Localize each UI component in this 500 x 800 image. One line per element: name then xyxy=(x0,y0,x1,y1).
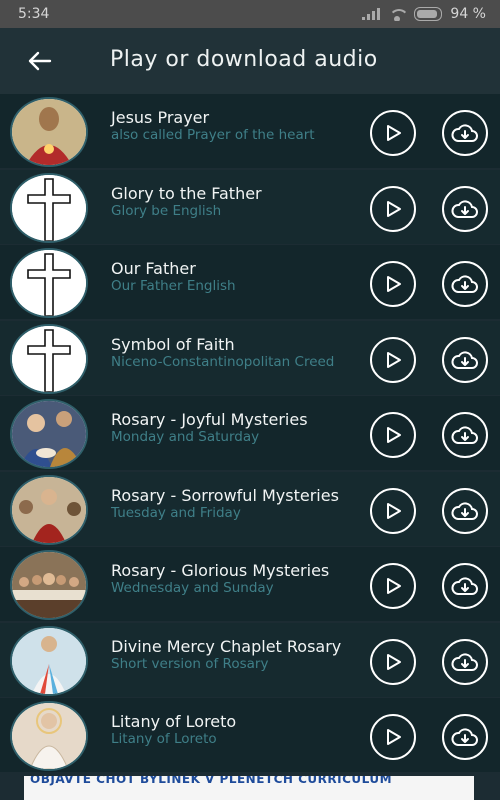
play-button[interactable] xyxy=(370,110,416,156)
status-bar: 5:34 94 % xyxy=(0,0,500,28)
list-item[interactable]: Glory to the Father Glory be English xyxy=(0,169,500,244)
cross-icon xyxy=(10,248,88,318)
battery-icon xyxy=(414,7,443,21)
ad-banner[interactable]: OBJAVTE CHOT BYLINEK V PLENETCH CURRICUL… xyxy=(24,776,474,800)
play-button[interactable] xyxy=(370,714,416,760)
list-item[interactable]: Rosary - Joyful Mysteries Monday and Sat… xyxy=(0,396,500,470)
item-title: Our Father xyxy=(111,259,196,278)
app-bar: Play or download audio xyxy=(0,28,500,94)
download-button[interactable] xyxy=(442,185,488,232)
cloud-download-icon xyxy=(451,426,478,444)
page-title: Play or download audio xyxy=(110,47,378,72)
list-item[interactable]: Jesus Prayer also called Prayer of the h… xyxy=(0,94,500,168)
cloud-download-icon xyxy=(451,577,478,595)
play-icon xyxy=(387,729,401,745)
download-button[interactable] xyxy=(442,336,488,383)
item-title: Rosary - Glorious Mysteries xyxy=(111,561,330,580)
download-button[interactable] xyxy=(442,261,488,307)
download-button[interactable] xyxy=(442,714,488,760)
play-icon xyxy=(387,502,401,519)
play-button[interactable] xyxy=(370,412,416,458)
play-icon xyxy=(387,276,401,292)
item-title: Rosary - Sorrowful Mysteries xyxy=(111,485,339,505)
download-button[interactable] xyxy=(442,638,488,685)
item-title: Divine Mercy Chaplet Rosary xyxy=(111,636,342,656)
signal-icon xyxy=(362,8,381,20)
item-subtitle: Tuesday and Friday xyxy=(111,504,241,521)
cloud-download-icon xyxy=(451,728,478,746)
list-item[interactable]: Our Father Our Father English xyxy=(0,245,500,319)
item-subtitle: also called Prayer of the heart xyxy=(111,127,315,143)
list-item[interactable]: Symbol of Faith Niceno-Constantinopolita… xyxy=(0,320,500,395)
play-icon xyxy=(387,125,401,141)
divine-mercy-image xyxy=(10,625,88,696)
play-button[interactable] xyxy=(370,487,416,534)
item-title: Jesus Prayer xyxy=(111,108,210,127)
crucifixion-image xyxy=(10,474,88,545)
list-item[interactable]: Rosary - Sorrowful Mysteries Tuesday and… xyxy=(0,471,500,546)
list-item[interactable]: Divine Mercy Chaplet Rosary Short versio… xyxy=(0,622,500,697)
item-subtitle: Our Father English xyxy=(111,278,236,294)
play-button[interactable] xyxy=(370,261,416,307)
item-title: Glory to the Father xyxy=(111,183,262,203)
item-subtitle: Short version of Rosary xyxy=(111,655,269,672)
list-item[interactable]: Rosary - Glorious Mysteries Wednesday an… xyxy=(0,547,500,621)
download-button[interactable] xyxy=(442,487,488,534)
item-subtitle: Litany of Loreto xyxy=(111,731,217,747)
battery-percent: 94 % xyxy=(450,6,486,22)
item-title: Litany of Loreto xyxy=(111,712,237,731)
status-icons: 94 % xyxy=(362,6,486,22)
item-subtitle: Monday and Saturday xyxy=(111,429,260,445)
cloud-download-icon xyxy=(451,275,478,293)
back-arrow-icon[interactable] xyxy=(26,48,52,74)
ad-banner-text: OBJAVTE CHOT BYLINEK V PLENETCH CURRICUL… xyxy=(30,776,393,786)
status-time: 5:34 xyxy=(18,6,50,22)
play-button[interactable] xyxy=(370,185,416,232)
download-button[interactable] xyxy=(442,110,488,156)
cloud-download-icon xyxy=(451,199,478,218)
last-supper-image xyxy=(10,550,88,620)
item-title: Rosary - Joyful Mysteries xyxy=(111,410,308,429)
play-icon xyxy=(387,578,401,594)
cross-icon xyxy=(10,323,88,394)
item-subtitle: Wednesday and Sunday xyxy=(111,580,274,596)
item-title: Symbol of Faith xyxy=(111,334,235,354)
cloud-download-icon xyxy=(451,652,478,671)
play-button[interactable] xyxy=(370,336,416,383)
wifi-icon xyxy=(388,8,407,21)
cloud-download-icon xyxy=(451,124,478,142)
cloud-download-icon xyxy=(451,350,478,369)
item-subtitle: Niceno-Constantinopolitan Creed xyxy=(111,353,335,370)
play-button[interactable] xyxy=(370,563,416,609)
item-subtitle: Glory be English xyxy=(111,202,222,219)
virgin-mary-image xyxy=(10,701,88,771)
play-icon xyxy=(387,351,401,368)
jesus-sacred-heart-image xyxy=(10,97,88,167)
cross-icon xyxy=(10,172,88,243)
cloud-download-icon xyxy=(451,501,478,520)
nativity-image xyxy=(10,399,88,469)
play-icon xyxy=(387,653,401,670)
audio-list: Jesus Prayer also called Prayer of the h… xyxy=(0,94,500,774)
play-icon xyxy=(387,427,401,443)
download-button[interactable] xyxy=(442,563,488,609)
download-button[interactable] xyxy=(442,412,488,458)
play-button[interactable] xyxy=(370,638,416,685)
list-item[interactable]: Litany of Loreto Litany of Loreto xyxy=(0,698,500,772)
play-icon xyxy=(387,200,401,217)
